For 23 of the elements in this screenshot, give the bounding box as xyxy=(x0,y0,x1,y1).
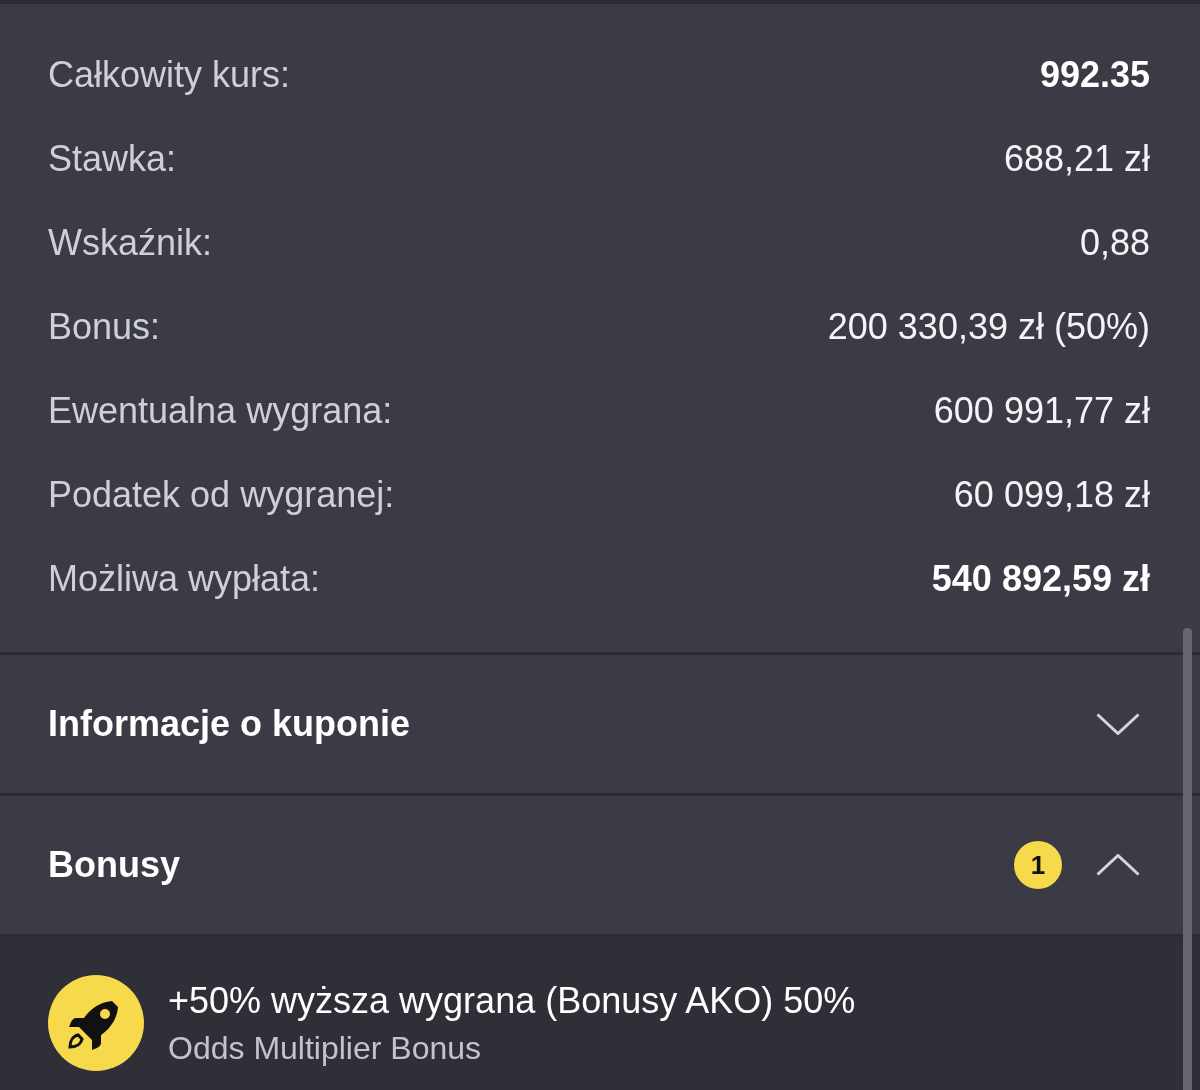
summary-label: Bonus: xyxy=(48,306,161,348)
bonus-title: +50% wyższa wygrana (Bonusy AKO) 50% xyxy=(168,979,856,1022)
summary-value: 0,88 xyxy=(1079,222,1150,264)
summary-label: Wskaźnik: xyxy=(48,222,213,264)
summary-value: 688,21 zł xyxy=(1003,138,1150,180)
summary-label: Całkowity kurs: xyxy=(48,54,291,96)
summary-value: 60 099,18 zł xyxy=(953,474,1150,516)
summary-value: 992.35 xyxy=(1039,54,1150,96)
count-badge: 1 xyxy=(1014,841,1062,889)
rocket-icon xyxy=(48,975,144,1071)
summary-label: Stawka: xyxy=(48,138,177,180)
summary-value: 200 330,39 zł (50%) xyxy=(827,306,1150,348)
chevron-up-icon[interactable] xyxy=(1096,854,1140,876)
summary-label: Możliwa wypłata: xyxy=(48,558,321,600)
scrollbar-thumb[interactable] xyxy=(1183,628,1192,1090)
summary-value: 600 991,77 zł xyxy=(933,390,1150,432)
section-title: Bonusy xyxy=(48,844,180,886)
summary-label: Ewentualna wygrana: xyxy=(48,390,393,432)
chevron-down-icon[interactable] xyxy=(1096,713,1140,735)
summary-label: Podatek od wygranej: xyxy=(48,474,395,516)
section-title: Informacje o kuponie xyxy=(48,703,411,745)
summary-value: 540 892,59 zł xyxy=(931,558,1150,600)
bonus-subtitle: Odds Multiplier Bonus xyxy=(168,1029,482,1067)
